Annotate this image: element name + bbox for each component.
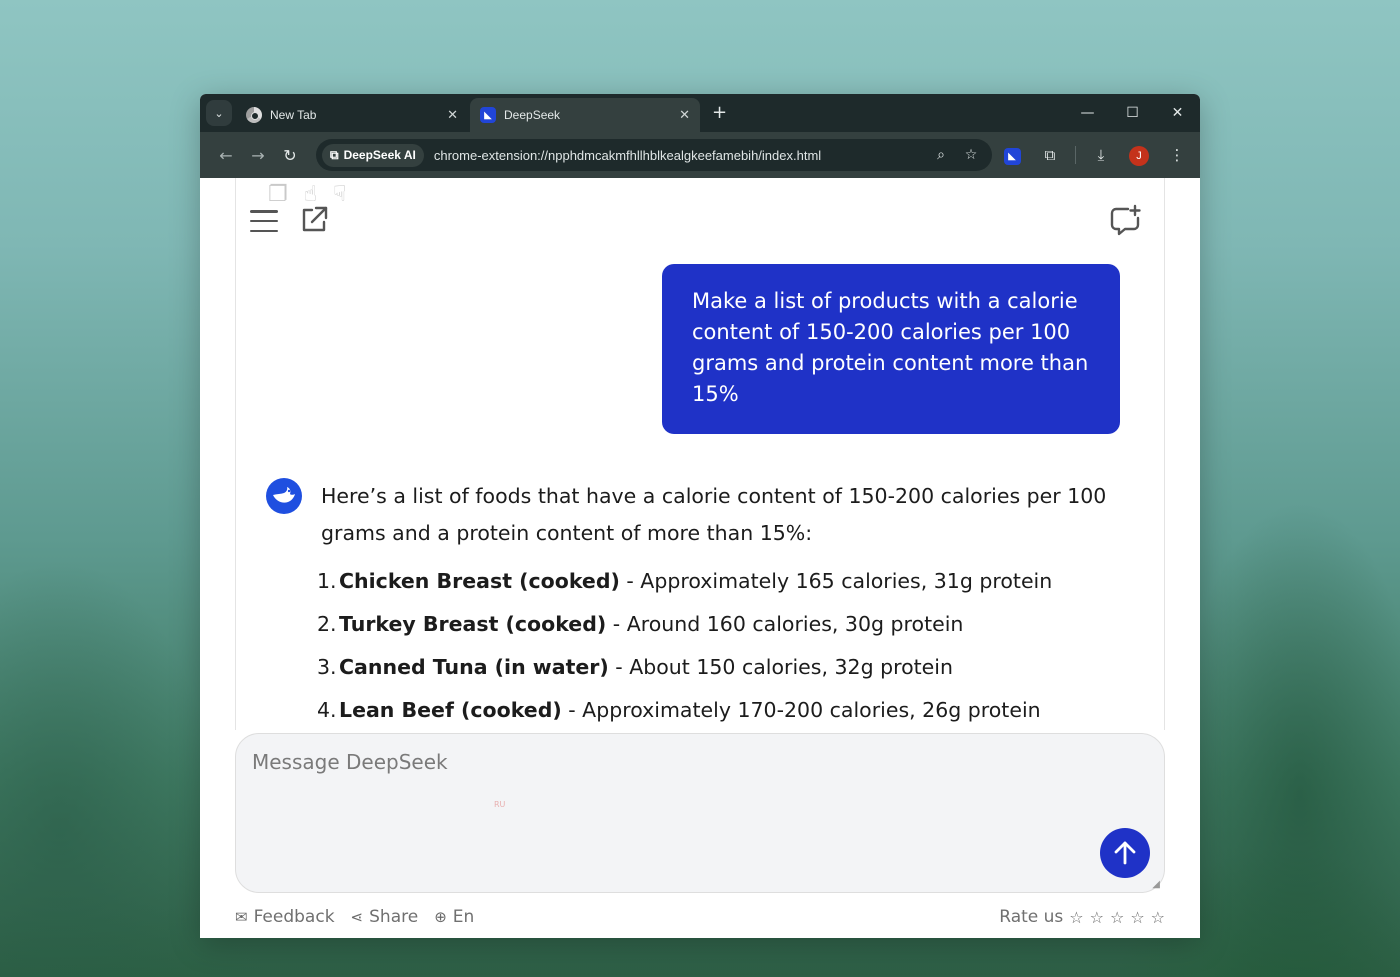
star-icon[interactable]: ☆: [1069, 908, 1083, 927]
language-selector[interactable]: ⊕ En: [434, 907, 474, 927]
star-icon[interactable]: ☆: [1151, 908, 1165, 927]
assistant-food-list: 1. Chicken Breast (cooked) - Approximatel…: [317, 560, 1141, 730]
assistant-message: Here’s a list of foods that have a calor…: [317, 478, 1141, 730]
deepseek-extension-button[interactable]: ◣: [995, 145, 1029, 165]
list-item: 4. Lean Beef (cooked) - Approximately 170…: [317, 698, 1041, 722]
list-item: 1. Chicken Breast (cooked) - Approximatel…: [317, 569, 1053, 593]
thumbs-down-icon: ☟: [333, 182, 347, 207]
bookmark-star-icon[interactable]: ☆: [956, 147, 986, 163]
resize-handle[interactable]: ◢: [1152, 879, 1160, 890]
forward-button[interactable]: →: [242, 146, 274, 165]
more-menu-icon[interactable]: ⋮: [1160, 146, 1194, 164]
site-info-chip[interactable]: ⧉ DeepSeek AI: [322, 143, 424, 167]
new-chat-icon[interactable]: [1108, 204, 1142, 242]
download-icon[interactable]: ⤓: [1084, 146, 1118, 164]
avatar: J: [1129, 145, 1149, 166]
window-controls: — ☐ ✕: [1065, 94, 1200, 132]
menu-icon[interactable]: [250, 210, 278, 232]
zoom-icon[interactable]: ⌕: [926, 147, 956, 163]
tab-strip: ⌄ New Tab ✕ ◣ DeepSeek ✕ + — ☐ ✕: [200, 94, 1200, 132]
tab-title: DeepSeek: [504, 108, 561, 122]
user-message-bubble: Make a list of products with a calorie c…: [662, 264, 1120, 434]
toolbar-actions: ◣ ⧉ ⤓ J ⋮: [995, 132, 1194, 178]
browser-window: ⌄ New Tab ✕ ◣ DeepSeek ✕ + — ☐ ✕ ← → ↻ ⧉…: [200, 94, 1200, 938]
back-button[interactable]: ←: [210, 146, 242, 165]
star-icon[interactable]: ☆: [1090, 908, 1104, 927]
toolbar-divider: [1075, 146, 1076, 164]
rate-label: Rate us: [999, 907, 1064, 927]
share-link[interactable]: ⋖ Share: [351, 907, 419, 927]
tab-search-button[interactable]: ⌄: [206, 100, 232, 126]
site-chip-label: DeepSeek AI: [343, 148, 416, 162]
footer-bar: ✉ Feedback ⋖ Share ⊕ En Rate us ☆ ☆ ☆ ☆ …: [235, 902, 1165, 932]
extensions-puzzle-icon[interactable]: ⧉: [1033, 146, 1067, 164]
deepseek-icon: ◣: [1003, 148, 1021, 165]
rate-us: Rate us ☆ ☆ ☆ ☆ ☆: [999, 907, 1165, 927]
tab-title: New Tab: [270, 108, 317, 122]
tab-new-tab[interactable]: New Tab ✕: [236, 98, 468, 132]
share-icon: ⋖: [350, 908, 364, 926]
new-tab-button[interactable]: +: [712, 102, 727, 123]
open-external-icon[interactable]: [298, 204, 330, 240]
extension-page: ❐ ☝ ☟ Make a list of products with a cal…: [200, 178, 1200, 938]
mail-icon: ✉: [235, 908, 248, 926]
copy-icon: ❐: [268, 182, 288, 207]
message-composer: RU ◢: [235, 733, 1165, 893]
globe-icon: ⊕: [434, 908, 447, 926]
reload-button[interactable]: ↻: [274, 146, 306, 165]
send-button[interactable]: [1100, 828, 1150, 878]
chevron-down-icon: ⌄: [214, 106, 224, 120]
arrow-up-icon: [1114, 841, 1136, 865]
star-icon[interactable]: ☆: [1110, 908, 1124, 927]
message-input[interactable]: [236, 734, 1164, 892]
maximize-button[interactable]: ☐: [1110, 94, 1155, 132]
feedback-link[interactable]: ✉ Feedback: [235, 907, 335, 927]
input-language-mark: RU: [494, 800, 506, 809]
address-bar[interactable]: ⧉ DeepSeek AI chrome-extension://npphdmc…: [316, 139, 992, 171]
chat-area[interactable]: ❐ ☝ ☟ Make a list of products with a cal…: [235, 178, 1165, 730]
chrome-icon: [246, 107, 262, 123]
star-icon[interactable]: ☆: [1130, 908, 1144, 927]
extension-icon: ⧉: [330, 147, 339, 162]
list-item: 2. Turkey Breast (cooked) - Around 160 ca…: [317, 612, 964, 636]
list-item: 3. Canned Tuna (in water) - About 150 cal…: [317, 655, 953, 679]
url-text[interactable]: chrome-extension://npphdmcakmfhllhblkeal…: [434, 148, 926, 163]
deepseek-avatar-icon: [266, 478, 302, 514]
close-window-button[interactable]: ✕: [1155, 94, 1200, 132]
close-icon[interactable]: ✕: [679, 107, 690, 123]
assistant-intro: Here’s a list of foods that have a calor…: [321, 484, 1107, 545]
close-icon[interactable]: ✕: [447, 107, 458, 123]
browser-toolbar: ← → ↻ ⧉ DeepSeek AI chrome-extension://n…: [200, 132, 1200, 178]
tab-deepseek[interactable]: ◣ DeepSeek ✕: [470, 98, 700, 132]
deepseek-icon: ◣: [480, 107, 496, 123]
minimize-button[interactable]: —: [1065, 94, 1110, 132]
profile-button[interactable]: J: [1122, 145, 1156, 166]
